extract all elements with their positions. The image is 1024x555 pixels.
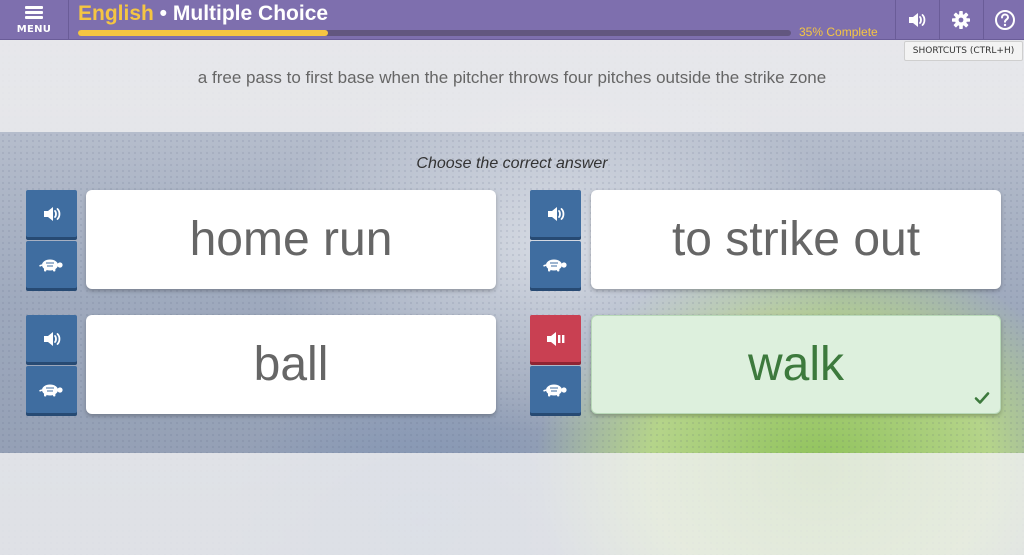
answer-card-4-correct[interactable]: walk <box>591 315 1001 414</box>
answer-text: walk <box>747 338 845 391</box>
answer-1-slow-audio-button[interactable] <box>26 241 77 288</box>
progress-text: 35% Complete <box>799 25 878 39</box>
bottom-panel <box>0 453 1024 555</box>
help-button[interactable] <box>983 0 1024 40</box>
progress-fill <box>78 30 328 36</box>
title-separator: • <box>153 2 173 25</box>
hamburger-icon <box>25 6 43 19</box>
answer-4-slow-audio-button[interactable] <box>530 366 581 413</box>
turtle-icon <box>38 384 63 396</box>
answer-1-audio-button[interactable] <box>26 190 77 237</box>
answer-text: to strike out <box>671 213 921 266</box>
answer-3-audio-button[interactable] <box>26 315 77 362</box>
title-language: English <box>78 2 154 25</box>
answer-4-audio-button[interactable] <box>530 315 581 362</box>
menu-label: MENU <box>16 24 52 35</box>
audio-playing-icon <box>546 331 564 346</box>
gear-icon <box>952 11 970 29</box>
menu-button[interactable]: MENU <box>0 0 69 40</box>
page-title: English • Multiple Choice <box>78 2 328 26</box>
answer-text: ball <box>253 338 329 391</box>
top-bar: MENU English • Multiple Choice 35% Compl… <box>0 0 1024 40</box>
help-icon <box>995 10 1015 30</box>
question-prompt: a free pass to first base when the pitch… <box>197 68 827 87</box>
volume-icon <box>43 206 60 221</box>
sound-button[interactable] <box>895 0 938 40</box>
volume-icon <box>547 206 564 221</box>
settings-button[interactable] <box>939 0 982 40</box>
answer-3-slow-audio-button[interactable] <box>26 366 77 413</box>
turtle-icon <box>542 259 567 271</box>
checkmark-icon <box>974 392 990 404</box>
shortcuts-tooltip: SHORTCUTS (CTRL+H) <box>904 41 1023 61</box>
answer-card-2[interactable]: to strike out <box>591 190 1001 289</box>
volume-icon <box>909 13 926 27</box>
turtle-icon <box>542 384 567 396</box>
answer-2-audio-button[interactable] <box>530 190 581 237</box>
turtle-icon <box>38 259 63 271</box>
answer-2-slow-audio-button[interactable] <box>530 241 581 288</box>
answer-text: home run <box>189 213 393 266</box>
volume-icon <box>43 331 60 346</box>
answer-card-3[interactable]: ball <box>86 315 496 414</box>
answer-card-1[interactable]: home run <box>86 190 496 289</box>
instruction-text: Choose the correct answer <box>416 155 608 172</box>
progress-bar <box>78 30 791 36</box>
title-mode: Multiple Choice <box>172 2 329 25</box>
